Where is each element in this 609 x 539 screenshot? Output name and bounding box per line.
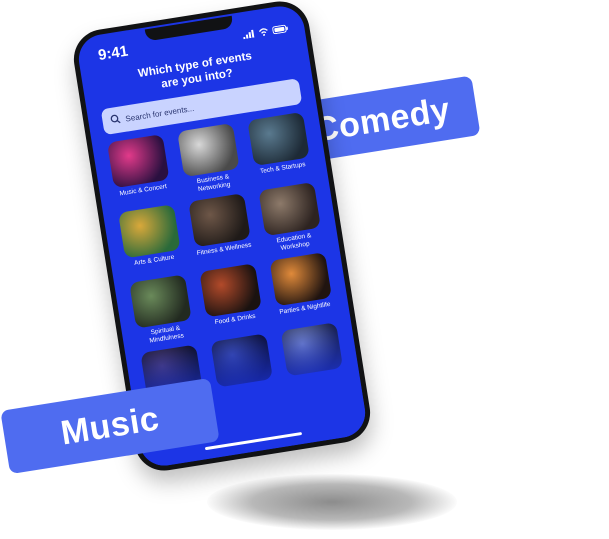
category-card[interactable]: Tech & Startups [244,111,316,185]
spiritual-mindfulness-image [129,274,193,329]
category-card[interactable]: Arts & Culture [115,204,187,278]
business-networking-image [177,122,240,178]
music-concert-image [107,134,170,189]
category-label: Tech & Startups [259,161,307,176]
category-card[interactable]: Business & Networking [174,122,246,196]
search-placeholder: Search for events... [124,103,195,124]
phone-notch [144,15,234,42]
arts-culture-image [118,204,181,259]
category-card[interactable]: Parties & Nightlife [266,252,338,326]
category-card[interactable]: Music & Concert [104,134,176,208]
signal-icon [241,24,256,44]
category-label: Arts & Culture [133,253,175,268]
status-icons [241,19,289,44]
category-card[interactable]: Education & Workshop [255,182,327,256]
parties-nightlife-image [269,252,332,307]
category-card[interactable]: Spiritual & Mindfulness [126,274,198,348]
tech-startups-image [246,111,310,167]
category-label: Music & Concert [119,183,168,198]
search-icon [109,111,122,130]
food-drinks-image [199,263,262,318]
status-time: 9:41 [96,42,130,65]
education-workshop-image [258,182,321,237]
fitness-wellness-image [188,193,251,248]
category-card[interactable]: Food & Drinks [196,263,268,337]
category-card[interactable]: Fitness & Wellness [185,193,257,267]
phone-floor-shadow [207,474,457,530]
battery-icon [271,19,290,39]
wifi-icon [257,22,270,41]
